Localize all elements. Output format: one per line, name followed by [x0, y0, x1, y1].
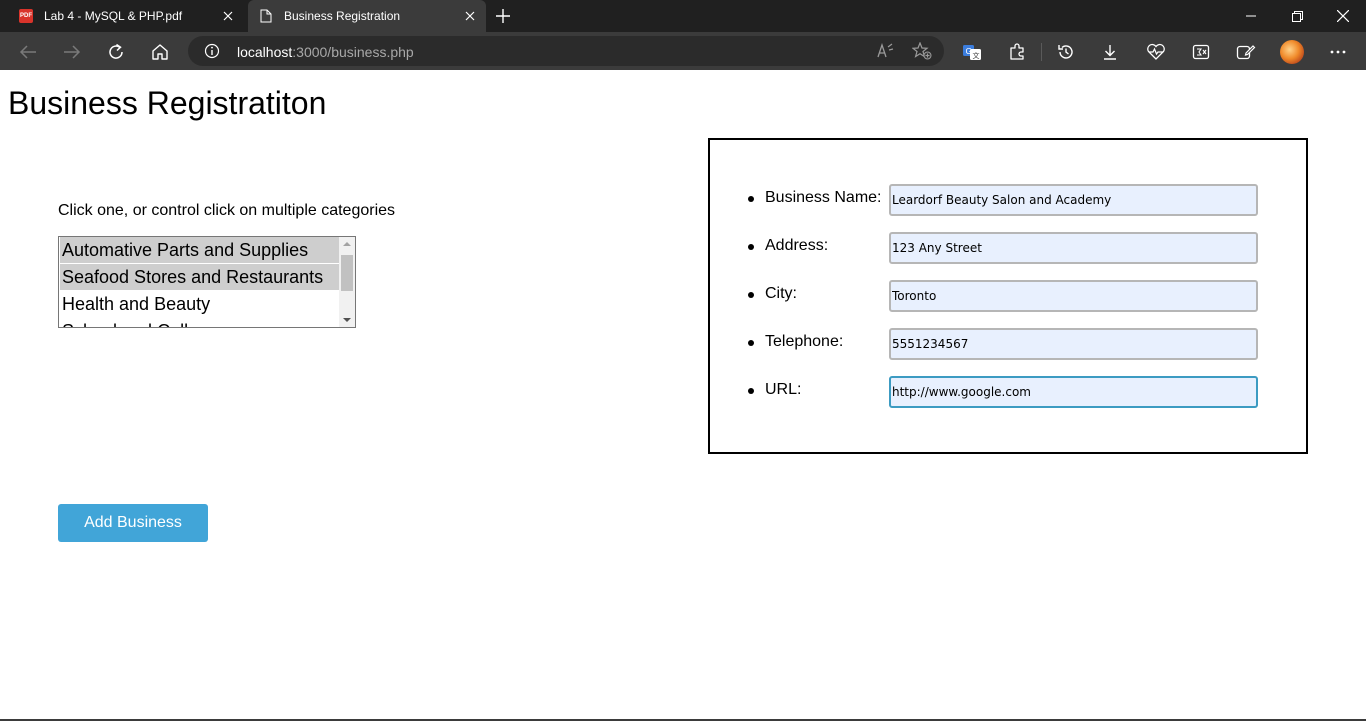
- add-business-button[interactable]: Add Business: [58, 504, 208, 542]
- address-bar[interactable]: localhost:3000/business.php: [188, 36, 944, 66]
- url-path: :3000/business.php: [292, 44, 414, 60]
- tab-business-registration[interactable]: Business Registration: [248, 0, 486, 32]
- page-title: Business Registratiton: [8, 85, 327, 121]
- business-details-form: Business Name: Address: City: Telephone:…: [708, 138, 1308, 454]
- category-listbox[interactable]: Automative Parts and Supplies Seafood St…: [58, 236, 356, 328]
- close-icon[interactable]: [462, 8, 478, 24]
- tab-title: Lab 4 - MySQL & PHP.pdf: [44, 9, 183, 23]
- close-window-icon[interactable]: [1332, 6, 1354, 26]
- close-icon[interactable]: [220, 8, 236, 24]
- bullet: [748, 340, 754, 346]
- form-row-business-name: Business Name:: [710, 184, 1306, 216]
- form-row-telephone: Telephone:: [710, 328, 1306, 360]
- category-option[interactable]: Health and Beauty: [60, 291, 339, 317]
- forward-arrow-icon[interactable]: [61, 41, 83, 63]
- tab-lab4-pdf[interactable]: PDF Lab 4 - MySQL & PHP.pdf: [8, 0, 244, 32]
- translate-icon[interactable]: G文: [961, 41, 983, 63]
- scroll-thumb[interactable]: [341, 255, 353, 291]
- form-row-city: City:: [710, 280, 1306, 312]
- svg-text:G: G: [966, 47, 972, 56]
- svg-text:文: 文: [973, 51, 980, 60]
- telephone-input[interactable]: [889, 328, 1258, 360]
- business-name-input[interactable]: [889, 184, 1258, 216]
- restore-icon[interactable]: [1286, 6, 1308, 26]
- category-option[interactable]: School and Colleges: [60, 318, 339, 327]
- page-icon: [258, 8, 274, 24]
- scroll-up-arrow-icon[interactable]: [339, 237, 355, 251]
- history-icon[interactable]: [1055, 41, 1077, 63]
- browser-essentials-icon[interactable]: [1145, 41, 1167, 63]
- browser-toolbar: localhost:3000/business.php G文: [0, 32, 1366, 70]
- category-option[interactable]: Automative Parts and Supplies: [60, 237, 339, 263]
- pdf-icon: PDF: [18, 8, 34, 24]
- read-aloud-icon[interactable]: [876, 42, 896, 60]
- minimize-icon[interactable]: [1240, 6, 1262, 26]
- downloads-icon[interactable]: [1099, 41, 1121, 63]
- form-row-address: Address:: [710, 232, 1306, 264]
- scroll-down-arrow-icon[interactable]: [339, 313, 355, 327]
- new-tab-plus-icon[interactable]: [492, 6, 514, 26]
- back-arrow-icon[interactable]: [17, 41, 39, 63]
- url-host: localhost: [237, 44, 293, 60]
- url-input[interactable]: [889, 376, 1258, 408]
- address-label: Address:: [765, 237, 829, 254]
- url-text: localhost:3000/business.php: [237, 44, 414, 60]
- form-row-url: URL:: [710, 376, 1306, 408]
- url-label: URL:: [765, 381, 802, 398]
- tab-title: Business Registration: [284, 9, 401, 23]
- bullet: [748, 244, 754, 250]
- listbox-scrollbar[interactable]: [339, 237, 355, 327]
- math-solver-icon[interactable]: [1190, 41, 1212, 63]
- bullet: [748, 292, 754, 298]
- info-icon[interactable]: [204, 43, 220, 59]
- pdf-badge-text: PDF: [19, 9, 33, 23]
- city-label: City:: [765, 285, 797, 302]
- category-option[interactable]: Seafood Stores and Restaurants: [60, 264, 339, 290]
- bullet: [748, 196, 754, 202]
- business-name-label: Business Name:: [765, 189, 882, 206]
- refresh-icon[interactable]: [105, 41, 127, 63]
- profile-avatar[interactable]: [1280, 40, 1304, 64]
- favorite-star-icon[interactable]: [912, 42, 932, 60]
- address-input[interactable]: [889, 232, 1258, 264]
- telephone-label: Telephone:: [765, 333, 844, 350]
- more-options-icon[interactable]: [1327, 41, 1349, 63]
- bullet: [748, 388, 754, 394]
- extensions-puzzle-icon[interactable]: [1006, 41, 1028, 63]
- category-instructions: Click one, or control click on multiple …: [58, 202, 396, 219]
- city-input[interactable]: [889, 280, 1258, 312]
- toolbar-separator: [1041, 43, 1042, 61]
- tab-strip: PDF Lab 4 - MySQL & PHP.pdf Business Reg…: [0, 0, 1366, 32]
- home-icon[interactable]: [149, 41, 171, 63]
- collections-icon[interactable]: [1235, 41, 1257, 63]
